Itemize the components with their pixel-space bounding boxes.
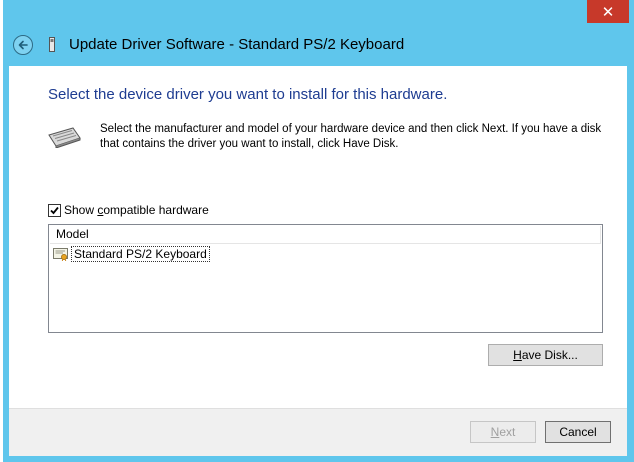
list-item[interactable]: Standard PS/2 Keyboard [53,245,210,262]
close-icon: ✕ [601,2,615,21]
have-disk-accelerator: H [513,348,522,362]
next-label: ext [499,425,516,439]
close-button[interactable]: ✕ [587,0,629,23]
list-item-label: Standard PS/2 Keyboard [71,245,210,262]
cancel-button[interactable]: Cancel [545,421,611,443]
dialog-footer: Next Cancel [9,408,627,456]
driver-certificate-icon [53,247,69,261]
window-title: Update Driver Software - Standard PS/2 K… [69,36,405,53]
label-suffix: ompatible hardware [103,203,209,217]
show-compatible-label: Show compatible hardware [64,203,209,217]
instructions-text: Select the manufacturer and model of you… [100,123,602,150]
dialog-window: ✕ Update Driver Software - Standard PS/2… [0,0,634,462]
window-left-edge [0,0,3,462]
back-arrow-icon [18,40,28,50]
label-prefix: Show [64,203,98,217]
next-button[interactable]: Next [470,421,536,443]
model-list[interactable]: Model Standard PS/2 Keyboard [48,224,603,333]
show-compatible-checkbox[interactable]: Show compatible hardware [48,203,209,217]
device-icon [49,37,55,52]
back-button[interactable] [13,35,33,55]
keyboard-icon [48,127,81,148]
content-panel: Select the device driver you want to ins… [9,66,627,408]
column-header-model[interactable]: Model [50,226,601,244]
checkbox-box[interactable] [48,203,61,217]
checkmark-icon [50,206,59,214]
page-heading: Select the device driver you want to ins… [48,86,448,103]
have-disk-button[interactable]: Have Disk... [488,344,603,366]
have-disk-label: ave Disk... [521,348,578,362]
